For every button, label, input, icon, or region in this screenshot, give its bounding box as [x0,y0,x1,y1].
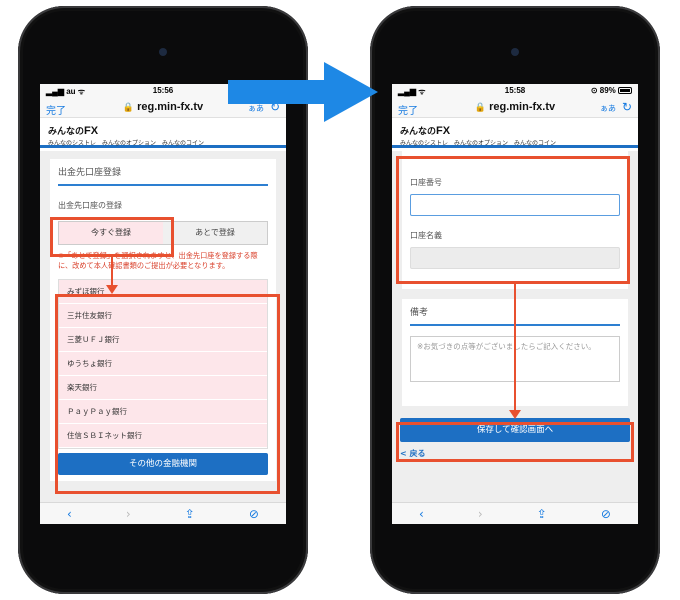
site-logo-subtitle: みんなのシストレ みんなのオプション みんなのコイン [400,140,557,147]
site-logo[interactable]: みんなのFX [48,124,278,137]
arrow-down-left [111,257,113,287]
reload-icon[interactable]: ↻ [622,100,632,114]
share-icon[interactable]: ⇪ [185,507,195,521]
highlight-register-now [50,217,174,257]
lock-icon: 🔒 [474,102,487,112]
arrow-down-right [514,284,516,412]
back-icon[interactable]: ‹ [419,507,424,521]
front-camera [511,48,519,56]
status-bar: ▂▄▆ ᯤ 15:58 ⊙ 89% [392,84,638,98]
lock-icon: 🔒 [122,102,135,112]
compass-icon[interactable]: ⊘ [601,507,611,521]
site-header: みんなのFX みんなのシストレ みんなのオプション みんなのコイン [40,118,286,148]
forward-icon[interactable]: › [126,507,131,521]
highlight-bank-list [55,294,280,494]
browser-address-bar: 完了 🔒 reg.min-fx.tv ぁあ ↻ [392,98,638,118]
site-header: みんなのFX みんなのシストレ みんなのオプション みんなのコイン [392,118,638,148]
highlight-save-button [396,422,634,462]
site-logo-subtitle: みんなのシストレ みんなのオプション みんなのコイン [48,140,205,147]
text-size-button[interactable]: ぁあ [600,103,616,114]
arrowhead-left [106,285,118,294]
battery-icon [618,87,632,95]
panel-title: 出金先口座登録 [58,165,268,186]
browser-toolbar: ‹ › ⇪ ⊘ [392,502,638,524]
share-icon[interactable]: ⇪ [537,507,547,521]
browser-toolbar: ‹ › ⇪ ⊘ [40,502,286,524]
highlight-account-fields [396,156,630,284]
compass-icon[interactable]: ⊘ [249,507,259,521]
front-camera [159,48,167,56]
field-label: 出金先口座の登録 [58,201,122,210]
register-later-button[interactable]: あとで登録 [163,222,267,244]
battery-indicator: ⊙ 89% [591,86,632,95]
arrowhead-right [509,410,521,419]
transition-arrow-icon [228,62,378,122]
site-logo[interactable]: みんなのFX [400,124,630,137]
forward-icon[interactable]: › [478,507,483,521]
back-icon[interactable]: ‹ [67,507,72,521]
